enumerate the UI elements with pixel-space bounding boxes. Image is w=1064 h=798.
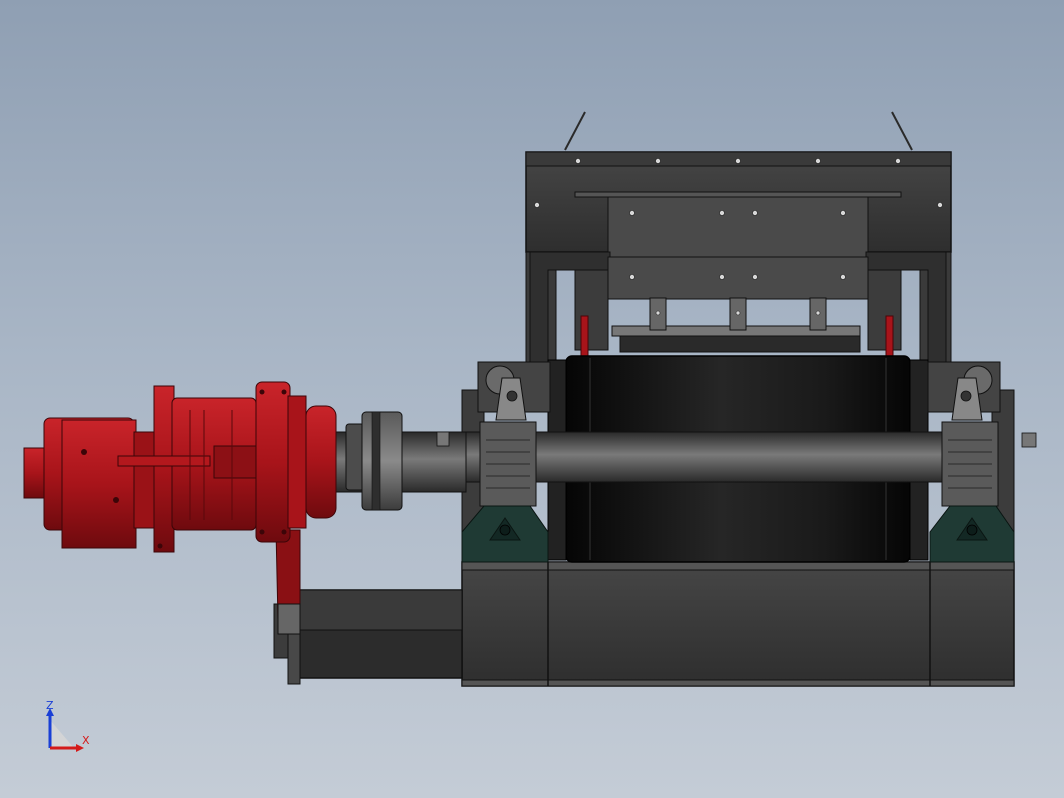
graphics-viewport[interactable]: Z X <box>0 0 1064 798</box>
drive-coupling[interactable] <box>345 411 403 511</box>
gear-motor[interactable] <box>23 381 337 553</box>
conveyor-drive-assembly[interactable] <box>0 0 1064 798</box>
triad-z-label: Z <box>46 699 54 712</box>
triad-x-label: X <box>82 734 90 747</box>
torque-arm[interactable] <box>275 529 301 635</box>
orientation-triad: Z X <box>40 698 100 758</box>
motor-support-beam[interactable] <box>273 589 463 685</box>
